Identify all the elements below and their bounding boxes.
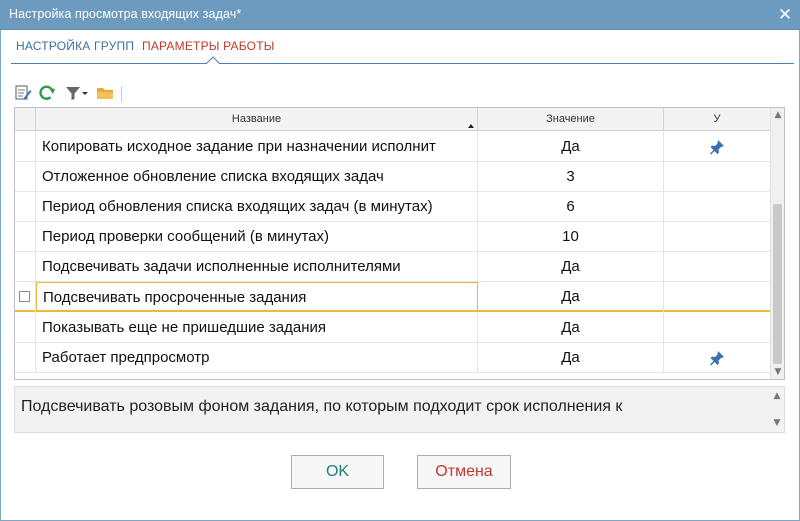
row-user-cell[interactable] [664, 343, 770, 373]
row-name[interactable]: Копировать исходное задание при назначен… [36, 132, 478, 162]
cancel-button[interactable]: Отмена [417, 455, 511, 489]
row-value[interactable]: Да [478, 252, 664, 282]
row-value[interactable]: Да [478, 313, 664, 343]
tab-groups-settings[interactable]: НАСТРОЙКА ГРУПП [16, 39, 134, 53]
table-row-selected[interactable]: Подсвечивать просроченные задания Да [15, 282, 770, 312]
table-row[interactable]: Период обновления списка входящих задач … [15, 192, 770, 222]
row-user-cell[interactable] [664, 192, 770, 222]
row-check-cell [15, 343, 36, 373]
row-value[interactable]: 3 [478, 162, 664, 192]
table-row[interactable]: Показывать еще не пришедшие задания Да [15, 313, 770, 343]
close-button[interactable]: ✕ [770, 0, 800, 30]
row-user-cell[interactable] [664, 313, 770, 343]
grid-vertical-scrollbar[interactable]: ▲ ▼ [770, 108, 784, 379]
row-value[interactable]: Да [478, 132, 664, 162]
edit-icon[interactable] [14, 84, 32, 102]
header-name[interactable]: Название [36, 108, 478, 131]
description-scroll-down-icon[interactable]: ▼ [770, 416, 784, 430]
grid-header: Название Значение У [15, 108, 784, 131]
active-tab-indicator [206, 56, 220, 64]
row-check-cell [15, 132, 36, 162]
ok-button[interactable]: OK [291, 455, 384, 489]
header-value[interactable]: Значение [478, 108, 664, 131]
table-row[interactable]: Период проверки сообщений (в минутах) 10 [15, 222, 770, 252]
row-user-cell[interactable] [664, 162, 770, 192]
row-user-cell[interactable] [664, 222, 770, 252]
row-name[interactable]: Подсвечивать задачи исполненные исполнит… [36, 252, 478, 282]
grid-rows: Копировать исходное задание при назначен… [15, 132, 770, 379]
row-check-cell [15, 313, 36, 343]
row-check-cell [15, 192, 36, 222]
description-scrollbar[interactable]: ▲ ▼ [770, 387, 784, 432]
row-name[interactable]: Работает предпросмотр [36, 343, 478, 373]
row-name[interactable]: Период обновления списка входящих задач … [36, 192, 478, 222]
row-value[interactable]: 10 [478, 222, 664, 252]
row-value[interactable]: 6 [478, 192, 664, 222]
table-row[interactable]: Подсвечивать задачи исполненные исполнит… [15, 252, 770, 282]
row-name[interactable]: Отложенное обновление списка входящих за… [36, 162, 478, 192]
table-row[interactable]: Копировать исходное задание при назначен… [15, 132, 770, 162]
refresh-icon[interactable] [38, 84, 56, 102]
row-check-cell [15, 222, 36, 252]
dropdown-arrow-icon[interactable] [80, 84, 90, 102]
sort-ascending-icon [468, 124, 474, 128]
settings-grid: Название Значение У Копировать исходное … [14, 107, 785, 380]
row-check-cell [15, 162, 36, 192]
row-name[interactable]: Период проверки сообщений (в минутах) [36, 222, 478, 252]
row-value[interactable]: Да [478, 343, 664, 373]
row-check-cell [15, 282, 36, 312]
tab-bar: НАСТРОЙКА ГРУПП ПАРАМЕТРЫ РАБОТЫ [11, 36, 794, 64]
header-check-column [15, 108, 36, 131]
description-box[interactable]: Подсвечивать розовым фоном задания, по к… [14, 386, 785, 433]
row-name[interactable]: Показывать еще не пришедшие задания [36, 313, 478, 343]
table-row[interactable]: Работает предпросмотр Да [15, 343, 770, 373]
folder-icon[interactable] [96, 84, 114, 102]
row-checkbox[interactable] [19, 291, 30, 302]
tab-work-parameters[interactable]: ПАРАМЕТРЫ РАБОТЫ [142, 39, 275, 53]
scroll-down-icon[interactable]: ▼ [771, 365, 784, 379]
pin-icon [710, 351, 724, 366]
title-bar: Настройка просмотра входящих задач* ✕ [0, 0, 800, 30]
row-value[interactable]: Да [478, 282, 664, 312]
description-scroll-up-icon[interactable]: ▲ [770, 389, 784, 403]
table-row[interactable]: Отложенное обновление списка входящих за… [15, 162, 770, 192]
row-user-cell[interactable] [664, 282, 770, 312]
header-u[interactable]: У [664, 108, 770, 131]
scroll-up-icon[interactable]: ▲ [771, 108, 784, 122]
description-text: Подсвечивать розовым фоном задания, по к… [21, 398, 623, 415]
row-user-cell[interactable] [664, 132, 770, 162]
row-name[interactable]: Подсвечивать просроченные задания [36, 282, 478, 312]
row-check-cell [15, 252, 36, 282]
window-title: Настройка просмотра входящих задач* [9, 7, 242, 21]
grid-toolbar [14, 84, 214, 104]
pin-icon [710, 140, 724, 155]
row-user-cell[interactable] [664, 252, 770, 282]
toolbar-separator [121, 86, 122, 102]
scroll-thumb[interactable] [773, 204, 782, 364]
